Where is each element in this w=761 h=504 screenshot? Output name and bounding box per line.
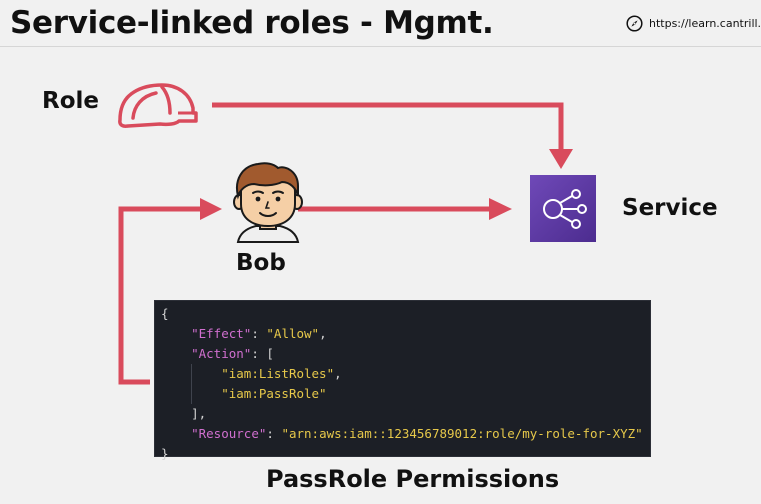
action-open: [ (266, 346, 274, 361)
action-key: "Action" (191, 346, 252, 361)
resource-value: "arn:aws:iam::123456789012:role/my-role-… (281, 426, 643, 441)
code-line: "iam:PassRole" (155, 384, 650, 404)
action-item: "iam:ListRoles" (221, 366, 335, 381)
code-line: "Action": [ (191, 346, 274, 361)
service-nodes-icon (543, 189, 587, 229)
arrow-role-to-service (212, 102, 564, 150)
slide: Service-linked roles - Mgmt. https://lea… (0, 0, 761, 504)
open-brace: { (161, 306, 169, 321)
hardhat-icon (118, 83, 198, 128)
code-line: "Resource": "arn:aws:iam::123456789012:r… (191, 426, 643, 441)
code-line: ], (155, 404, 650, 424)
action-item: "iam:PassRole" (221, 386, 327, 401)
code-line: } (155, 444, 650, 464)
code-line: "iam:ListRoles", (155, 364, 650, 384)
effect-value: "Allow" (266, 326, 320, 341)
policy-code-block: { "Effect": "Allow", "Action": [ "iam:Li… (154, 300, 651, 461)
code-line: { (155, 304, 650, 324)
person-avatar-icon (233, 162, 303, 243)
arrowhead-right-bob (200, 198, 222, 220)
effect-key: "Effect" (191, 326, 252, 341)
service-label: Service (622, 195, 718, 221)
arrowhead-right-service (489, 198, 512, 220)
close-brace: } (161, 446, 169, 461)
service-icon-box (530, 175, 596, 242)
policy-caption: PassRole Permissions (266, 465, 560, 493)
action-close: ], (191, 406, 207, 421)
arrowhead-down (549, 149, 573, 169)
resource-key: "Resource" (191, 426, 267, 441)
code-line: "Effect": "Allow", (191, 326, 327, 341)
role-label: Role (42, 88, 99, 114)
bob-label: Bob (236, 250, 286, 276)
